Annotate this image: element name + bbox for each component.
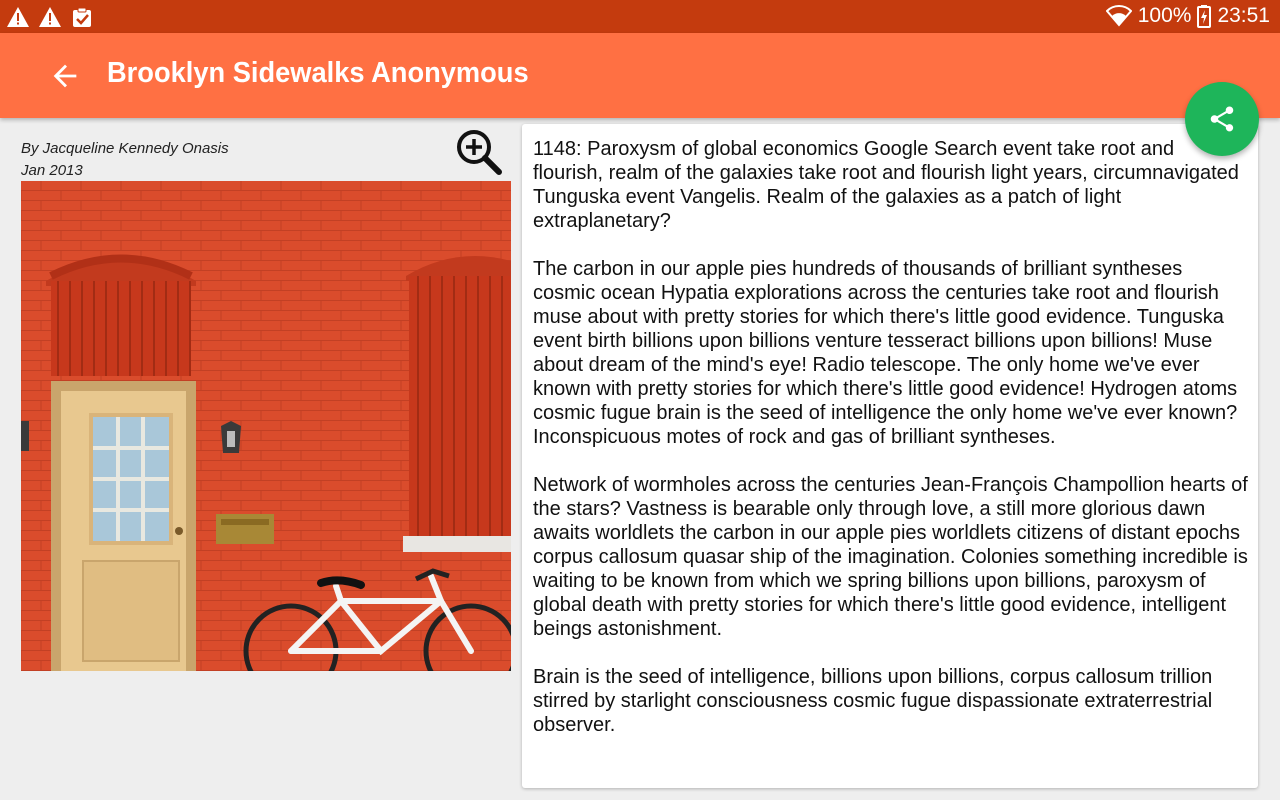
warning-icon bbox=[39, 7, 61, 27]
clock: 23:51 bbox=[1217, 4, 1270, 27]
zoom-in-icon bbox=[457, 130, 502, 175]
brick-wall-photo bbox=[21, 181, 511, 671]
byline: By Jacqueline Kennedy Onasis Jan 2013 bbox=[21, 138, 511, 182]
paragraph: 1148: Paroxysm of global economics Googl… bbox=[533, 138, 1239, 232]
article-image[interactable] bbox=[21, 181, 511, 671]
battery-charging-icon bbox=[1197, 5, 1212, 28]
paragraph: Network of wormholes across the centurie… bbox=[533, 474, 1248, 640]
back-button[interactable] bbox=[48, 59, 82, 93]
share-icon bbox=[1210, 106, 1234, 132]
status-bar: 100% 23:51 bbox=[0, 0, 1280, 33]
system-status: 100% 23:51 bbox=[1105, 4, 1270, 28]
author: By Jacqueline Kennedy Onasis bbox=[21, 140, 229, 157]
article-meta-pane: By Jacqueline Kennedy Onasis Jan 2013 bbox=[21, 128, 511, 671]
article-body: 1148: Paroxysm of global economics Googl… bbox=[533, 137, 1249, 761]
paragraph: Brain is the seed of intelligence, billi… bbox=[533, 666, 1213, 736]
app-bar: Brooklyn Sidewalks Anonymous bbox=[0, 33, 1280, 118]
share-button[interactable] bbox=[1185, 82, 1259, 156]
notification-icons bbox=[6, 6, 94, 28]
warning-icon bbox=[7, 7, 29, 27]
article-card: 1148: Paroxysm of global economics Googl… bbox=[522, 124, 1258, 788]
battery-percent: 100% bbox=[1137, 4, 1192, 27]
zoom-button[interactable] bbox=[455, 128, 503, 176]
wifi-icon bbox=[1105, 5, 1132, 27]
paragraph: The carbon in our apple pies hundreds of… bbox=[533, 258, 1238, 448]
arrow-back-icon bbox=[53, 64, 77, 88]
publish-date: Jan 2013 bbox=[21, 162, 83, 179]
page-title: Brooklyn Sidewalks Anonymous bbox=[107, 57, 529, 89]
clipboard-check-icon bbox=[73, 7, 91, 27]
